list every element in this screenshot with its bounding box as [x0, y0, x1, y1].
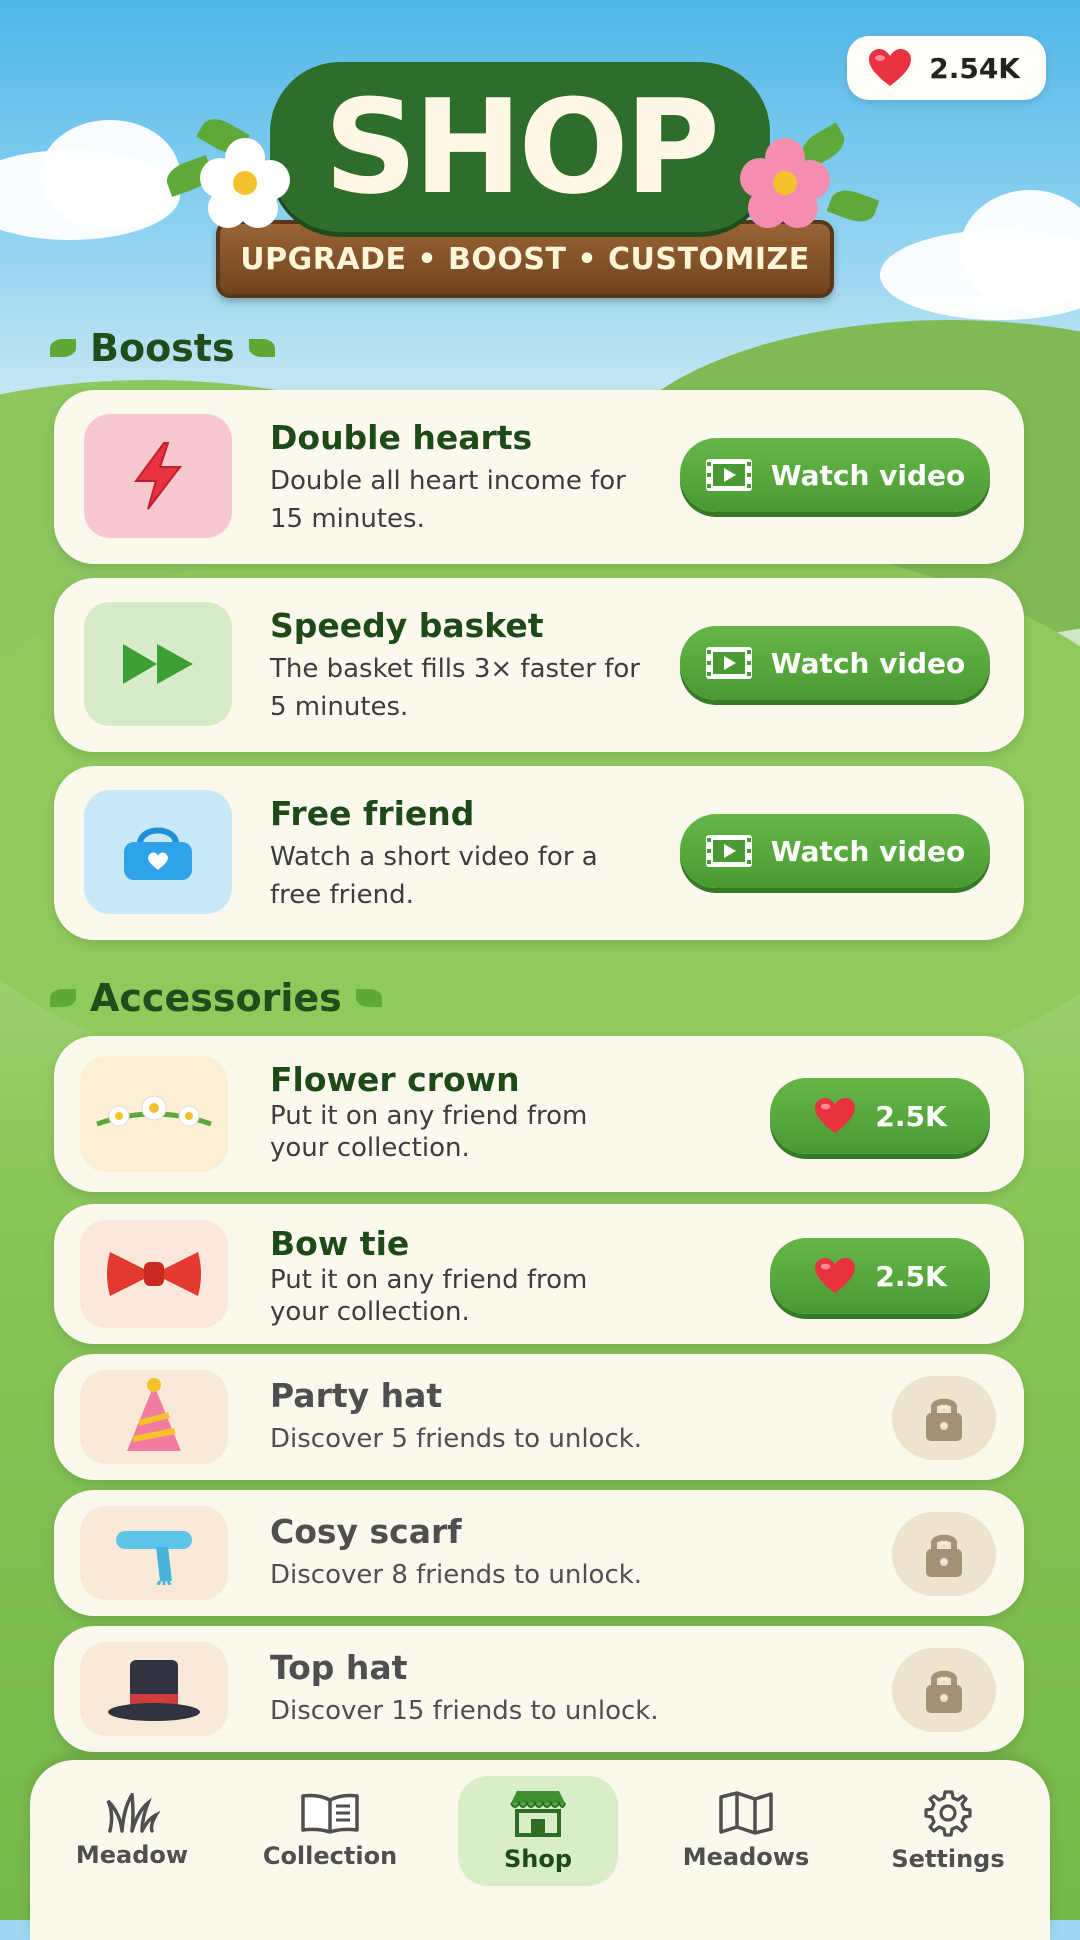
shop-title: SHOP	[270, 62, 770, 232]
watch-video-button[interactable]: Watch video	[680, 814, 990, 888]
accessory-name: Flower crown	[270, 1060, 520, 1099]
shop-title-text: SHOP	[323, 71, 720, 223]
lock-icon	[926, 1534, 962, 1577]
boost-card-double-hearts: Double hearts Double all heart income fo…	[54, 390, 1024, 564]
accessory-card-cosy-scarf: Cosy scarf Discover 8 friends to unlock.	[54, 1490, 1024, 1616]
grass-icon	[106, 1793, 160, 1833]
accessory-name: Cosy scarf	[270, 1512, 462, 1551]
video-icon	[705, 459, 752, 491]
watch-video-button[interactable]: Watch video	[680, 626, 990, 700]
buy-button[interactable]: 2.5K	[770, 1238, 990, 1314]
accessories-title-text: Accessories	[90, 976, 342, 1020]
book-icon	[301, 1793, 359, 1834]
fast-forward-icon	[84, 602, 232, 726]
video-icon	[705, 835, 752, 867]
boost-name: Free friend	[270, 794, 475, 833]
pink-flower-icon	[740, 138, 830, 228]
video-icon	[705, 647, 752, 679]
leaf-icon	[50, 989, 76, 1007]
accessory-description: Discover 8 friends to unlock.	[270, 1560, 643, 1590]
scarf-icon	[80, 1506, 228, 1600]
nav-label: Settings	[891, 1845, 1005, 1873]
price-label: 2.5K	[875, 1099, 947, 1133]
accessories-section-title: Accessories	[50, 976, 382, 1020]
lock-button[interactable]	[892, 1512, 996, 1596]
accessory-card-bow-tie: Bow tie Put it on any friend from your c…	[54, 1204, 1024, 1344]
heart-icon	[815, 1257, 856, 1294]
accessory-card-top-hat: Top hat Discover 15 friends to unlock.	[54, 1626, 1024, 1752]
party-hat-icon	[80, 1370, 228, 1464]
lock-icon	[926, 1398, 962, 1441]
boosts-section-title: Boosts	[50, 326, 275, 370]
boost-card-speedy-basket: Speedy basket The basket fills 3× faster…	[54, 578, 1024, 752]
nav-label: Meadow	[75, 1841, 189, 1869]
boosts-title-text: Boosts	[90, 326, 235, 370]
map-icon	[719, 1791, 773, 1835]
shop-icon	[510, 1791, 566, 1837]
watch-video-label: Watch video	[770, 646, 966, 680]
nav-item-collection[interactable]: Collection	[250, 1776, 410, 1886]
boost-description: Double all heart income for 15 minutes.	[270, 466, 626, 534]
shop-logo: UPGRADE • BOOST • CUSTOMIZE SHOP	[160, 62, 880, 302]
bottom-nav: Meadow Collection Shop Meadows Settings	[30, 1760, 1050, 1940]
lock-button[interactable]	[892, 1376, 996, 1460]
accessory-card-party-hat: Party hat Discover 5 friends to unlock.	[54, 1354, 1024, 1480]
nav-item-meadows[interactable]: Meadows	[666, 1776, 826, 1886]
lock-button[interactable]	[892, 1648, 996, 1732]
accessory-description: Put it on any friend from your collectio…	[270, 1265, 588, 1327]
boost-name: Speedy basket	[270, 606, 544, 645]
nav-label: Shop	[503, 1845, 573, 1873]
accessory-name: Party hat	[270, 1376, 443, 1415]
boost-card-free-friend: Free friend Watch a short video for a fr…	[54, 766, 1024, 940]
boost-name: Double hearts	[270, 418, 533, 457]
nav-item-settings[interactable]: Settings	[868, 1776, 1028, 1886]
lightning-icon	[84, 414, 232, 538]
heart-icon	[815, 1097, 856, 1134]
lock-icon	[926, 1670, 962, 1713]
bow-tie-icon	[80, 1220, 228, 1328]
watch-video-label: Watch video	[770, 834, 966, 868]
basket-icon	[84, 790, 232, 914]
nav-label: Meadows	[682, 1843, 810, 1871]
leaf-icon	[248, 339, 275, 357]
price-label: 2.5K	[875, 1259, 947, 1293]
white-flower-icon	[200, 138, 290, 228]
gear-icon	[924, 1790, 972, 1837]
buy-button[interactable]: 2.5K	[770, 1078, 990, 1154]
accessory-description: Discover 15 friends to unlock.	[270, 1696, 659, 1726]
watch-video-label: Watch video	[770, 458, 966, 492]
nav-label: Collection	[262, 1842, 398, 1870]
watch-video-button[interactable]: Watch video	[680, 438, 990, 512]
flower-crown-icon	[80, 1056, 228, 1172]
leaf-icon	[50, 339, 76, 357]
accessory-name: Top hat	[270, 1648, 408, 1687]
accessory-card-flower-crown: Flower crown Put it on any friend from y…	[54, 1036, 1024, 1192]
hearts-count: 2.54K	[929, 51, 1020, 85]
accessory-description: Discover 5 friends to unlock.	[270, 1424, 643, 1454]
nav-item-shop[interactable]: Shop	[458, 1776, 618, 1886]
boost-description: The basket fills 3× faster for 5 minutes…	[270, 654, 640, 722]
accessory-description: Put it on any friend from your collectio…	[270, 1101, 588, 1163]
boost-description: Watch a short video for a free friend.	[270, 842, 598, 910]
nav-item-meadow[interactable]: Meadow	[52, 1776, 212, 1886]
accessory-name: Bow tie	[270, 1224, 410, 1263]
leaf-icon	[355, 989, 382, 1007]
shop-subtitle: UPGRADE • BOOST • CUSTOMIZE	[240, 241, 810, 277]
top-hat-icon	[80, 1642, 228, 1736]
